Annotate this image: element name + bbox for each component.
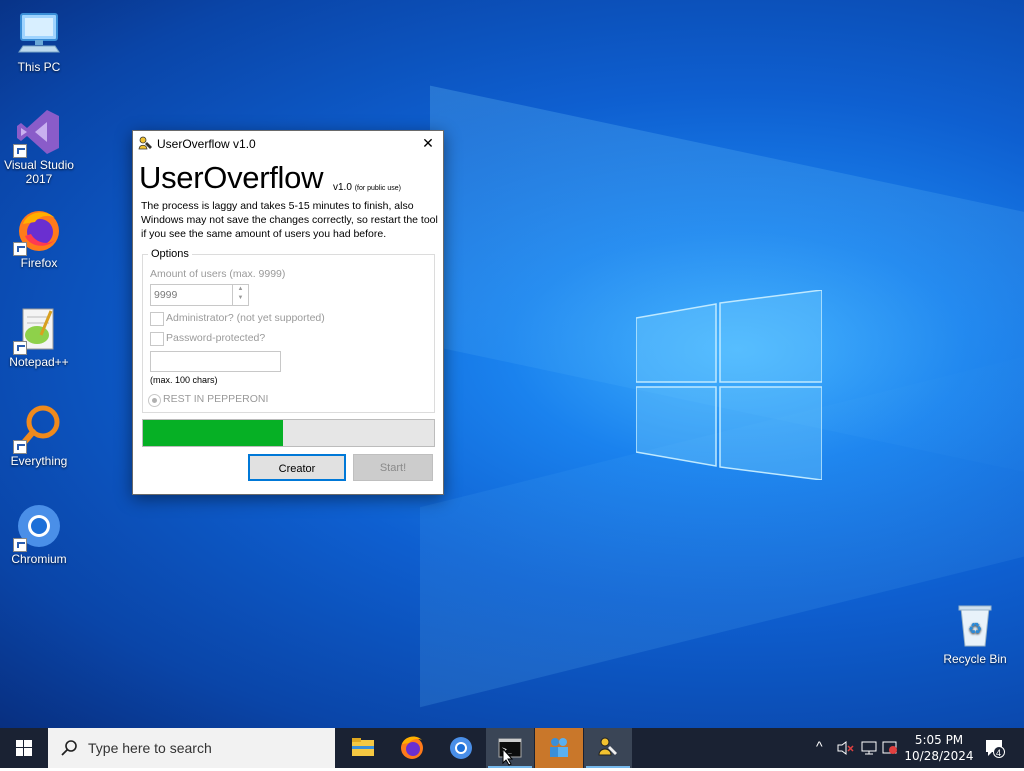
desktop-icon-label: Recycle Bin <box>943 652 1007 666</box>
taskbar-chromium[interactable] <box>437 728 485 768</box>
recycle-bin-icon: ♻ <box>958 605 992 647</box>
shortcut-arrow-icon <box>13 242 27 256</box>
people-app-icon <box>550 738 568 757</box>
desktop-icon-label: This PC <box>17 60 61 74</box>
creator-button[interactable]: Creator <box>248 454 346 481</box>
shortcut-arrow-icon <box>13 440 27 454</box>
start-button[interactable]: Start! <box>353 454 433 481</box>
desktop-icon-chromium[interactable]: Chromium <box>1 502 77 566</box>
progress-fill <box>143 420 283 446</box>
taskbar-file-explorer[interactable] <box>339 728 387 768</box>
desktop-icon-label: Chromium <box>11 552 67 566</box>
password-protected-checkbox[interactable] <box>150 332 164 346</box>
rest-in-pepperoni-label: REST IN PEPPERONI <box>163 393 269 405</box>
close-icon[interactable]: ✕ <box>413 131 443 156</box>
clock-date: 10/28/2024 <box>904 749 974 763</box>
windows-start-icon <box>16 740 32 756</box>
app-heading: UserOverflow <box>139 160 324 195</box>
administrator-label: Administrator? (not yet supported) <box>166 312 325 324</box>
password-input[interactable] <box>150 351 281 372</box>
file-explorer-icon <box>352 738 374 756</box>
show-hidden-icons-icon[interactable]: ^ <box>816 738 823 754</box>
notifications-icon <box>986 740 1005 758</box>
firefox-icon <box>401 736 423 759</box>
mouse-cursor-icon <box>502 748 514 766</box>
shortcut-arrow-icon <box>13 538 27 552</box>
amount-label: Amount of users (max. 9999) <box>150 268 286 280</box>
options-group: Options Amount of users (max. 9999) 9999… <box>142 248 435 413</box>
search-placeholder: Type here to search <box>88 740 212 756</box>
desktop-icon-visual-studio[interactable]: Visual Studio 2017 <box>1 108 77 186</box>
spinner-buttons[interactable]: ▲ ▼ <box>232 285 248 305</box>
system-tray: ^ <box>812 728 897 768</box>
password-protected-label: Password-protected? <box>166 332 266 344</box>
clock-time: 5:05 PM <box>914 733 964 747</box>
taskbar: Type here to search >_ ^ 5:05 PM 10/28/2… <box>0 728 1024 768</box>
useroverflow-icon <box>598 737 617 756</box>
taskbar-people-app[interactable] <box>535 728 583 768</box>
desktop-icon-recycle-bin[interactable]: ♻ Recycle Bin <box>937 602 1013 666</box>
windows-logo-wallpaper <box>636 290 822 480</box>
this-pc-icon <box>18 13 60 53</box>
rest-in-pepperoni-radio[interactable] <box>148 394 161 407</box>
shortcut-arrow-icon <box>13 144 27 158</box>
spinner-up-icon[interactable]: ▲ <box>233 285 248 294</box>
shortcut-arrow-icon <box>13 341 27 355</box>
desktop-icon-notepadpp[interactable]: Notepad++ <box>1 305 77 369</box>
version-note: (for public use) <box>354 185 401 192</box>
svg-text:♻: ♻ <box>968 619 982 638</box>
description-text: The process is laggy and takes 5-15 minu… <box>141 200 438 240</box>
version-label: v1.0 (for public use) <box>333 182 401 193</box>
action-center[interactable]: 4 <box>980 728 1010 768</box>
desktop-icon-everything[interactable]: Everything <box>1 404 77 468</box>
useroverflow-window: UserOverflow v1.0 ✕ UserOverflow v1.0 (f… <box>132 130 444 495</box>
taskbar-useroverflow[interactable] <box>584 728 632 768</box>
title-bar[interactable]: UserOverflow v1.0 ✕ <box>133 131 443 156</box>
useroverflow-app-icon <box>138 136 152 150</box>
volume-muted-icon[interactable] <box>836 740 854 756</box>
taskbar-search-box[interactable]: Type here to search <box>48 728 335 768</box>
progress-bar <box>142 419 435 447</box>
administrator-checkbox[interactable] <box>150 312 164 326</box>
spinner-down-icon[interactable]: ▼ <box>233 294 248 303</box>
notification-count: 4 <box>996 748 1002 758</box>
desktop: This PC Visual Studio 2017 Firefox Notep… <box>0 0 1024 728</box>
desktop-icon-this-pc[interactable]: This PC <box>1 10 77 74</box>
taskbar-firefox[interactable] <box>388 728 436 768</box>
search-icon <box>61 740 77 756</box>
desktop-icon-label: Firefox <box>20 256 58 270</box>
start-button[interactable] <box>0 728 48 768</box>
taskbar-command-prompt[interactable]: >_ <box>486 728 534 768</box>
version-number: v1.0 <box>333 182 352 193</box>
network-icon[interactable] <box>860 740 878 756</box>
clock[interactable]: 5:05 PM 10/28/2024 <box>895 732 983 764</box>
options-legend: Options <box>148 248 192 260</box>
amount-of-users-stepper[interactable]: 9999 ▲ ▼ <box>150 284 249 306</box>
chromium-icon <box>450 737 472 759</box>
desktop-icon-firefox[interactable]: Firefox <box>1 206 77 270</box>
desktop-icon-label: Visual Studio 2017 <box>4 158 74 186</box>
desktop-icon-label: Notepad++ <box>9 355 69 369</box>
desktop-icon-label: Everything <box>10 454 68 468</box>
password-hint: (max. 100 chars) <box>150 375 218 385</box>
window-title: UserOverflow v1.0 <box>157 137 256 151</box>
amount-value: 9999 <box>154 289 178 301</box>
